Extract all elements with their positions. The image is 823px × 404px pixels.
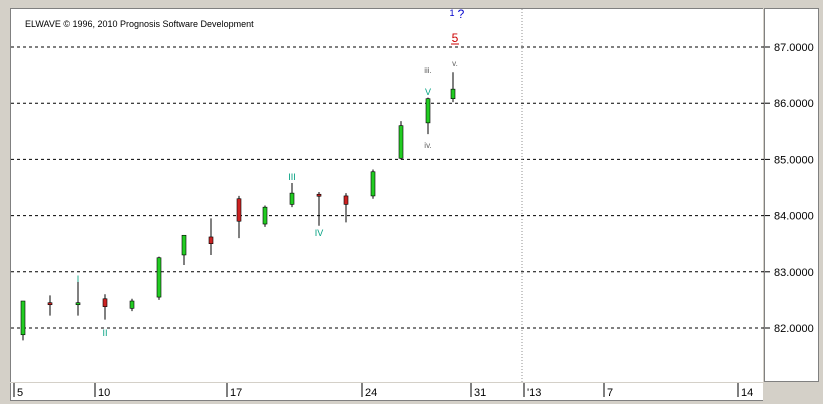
candle-body [208, 236, 214, 244]
candle-body [129, 300, 135, 309]
plot-area[interactable]: I II III IV Viii. iv. v. 5 1? ELWAVE © 1996, 201… [10, 8, 764, 383]
price-tick-label: 86.0000 [774, 98, 814, 110]
candle [129, 298, 135, 312]
candle [398, 121, 404, 160]
price-axis[interactable]: 82.0000 83.0000 84.0000 85.0000 86.0000 87.00… [764, 8, 819, 382]
wave-label: II [102, 328, 107, 338]
candle-body [156, 257, 162, 298]
candle [75, 281, 81, 316]
candle-body [398, 125, 404, 159]
candle [289, 183, 295, 208]
candle-body [370, 171, 376, 197]
copyright-text: ELWAVE © 1996, 2010 Prognosis Software D… [25, 19, 254, 29]
candle-body [343, 195, 349, 205]
wave-label: V [425, 87, 431, 97]
candle [343, 193, 349, 223]
chart-window: I II III IV Viii. iv. v. 5 1? ELWAVE © 1996, 201… [0, 0, 823, 404]
candle [316, 191, 322, 226]
candle-body [20, 300, 26, 336]
wave-label: IV [315, 228, 324, 238]
wave-label: 1 [449, 9, 454, 18]
candle [181, 234, 187, 266]
date-tick-label: '13 [527, 387, 541, 399]
wave-label: III [288, 172, 296, 182]
price-tick-label: 85.0000 [774, 154, 814, 166]
candle-body [262, 206, 268, 225]
candlestick-chart: IIIIIIIVViii.iv.v.51? [11, 9, 764, 383]
candle-body [236, 198, 242, 222]
candle-body [47, 302, 53, 306]
date-tick-label: 24 [365, 387, 377, 399]
candle-body [75, 302, 81, 306]
candle-body [450, 88, 456, 100]
candle [236, 195, 242, 239]
grid-lines [11, 46, 764, 329]
candle [102, 294, 108, 320]
candle [370, 169, 376, 199]
candle-body [102, 298, 108, 307]
date-axis-labels: 5 10 17 24 31 '13 7 14 [13, 383, 753, 399]
candle-body [425, 98, 431, 124]
candle-body [316, 193, 322, 197]
price-tick-label: 84.0000 [774, 211, 814, 223]
wave-label: I [77, 274, 80, 284]
candle [208, 218, 214, 255]
price-tick-label: 83.0000 [774, 267, 814, 279]
wave-label: v. [452, 59, 458, 68]
wave-labels: IIIIIIIVViii.iv.v.51? [77, 9, 465, 338]
date-tick-label: 7 [607, 387, 613, 399]
wave-label: 5 [452, 31, 459, 45]
date-tick-label: 10 [98, 387, 110, 399]
date-tick-label: 17 [230, 387, 242, 399]
wave-label: iv. [424, 141, 431, 150]
candle [450, 72, 456, 103]
price-axis-labels: 82.0000 83.0000 84.0000 85.0000 86.0000 87.00… [765, 42, 814, 335]
candle [20, 300, 26, 341]
date-tick-label: 5 [17, 387, 23, 399]
price-tick-label: 87.0000 [774, 42, 814, 54]
candle [262, 205, 268, 227]
date-axis[interactable]: 5 10 17 24 31 '13 7 14 [10, 383, 763, 401]
candle [47, 295, 53, 316]
candle-body [181, 234, 187, 256]
wave-label: ? [458, 9, 465, 21]
candle-body [289, 192, 295, 205]
wave-label: iii. [424, 66, 432, 75]
price-tick-label: 82.0000 [774, 323, 814, 335]
candle [425, 97, 431, 135]
date-tick-label: 14 [741, 387, 753, 399]
date-tick-label: 31 [474, 387, 486, 399]
candles [20, 72, 456, 341]
candle [156, 256, 162, 300]
